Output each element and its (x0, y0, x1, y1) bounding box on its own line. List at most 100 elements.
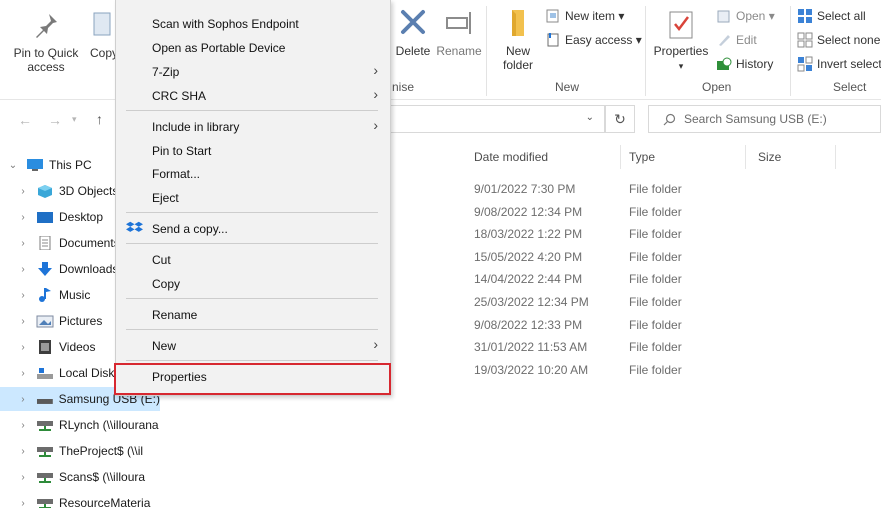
copy-icon (93, 12, 111, 36)
column-separator[interactable] (620, 145, 621, 169)
new-folder-button[interactable]: New folder (496, 6, 540, 72)
chevron-right-icon: › (373, 62, 378, 78)
menu-item-include-in-library[interactable]: Include in library (152, 120, 239, 134)
file-row[interactable]: 9/01/2022 7:30 PM File folder (474, 182, 682, 196)
refresh-button[interactable]: ↻ (605, 105, 635, 133)
chevron-right-icon[interactable]: › (16, 238, 30, 249)
menu-item-copy[interactable]: Copy (152, 277, 180, 291)
chevron-right-icon[interactable]: › (16, 368, 30, 379)
properties-highlight-box (114, 363, 391, 395)
select-none-button[interactable]: Select none (797, 32, 880, 48)
select-all-icon (798, 9, 812, 23)
network-drive-icon (37, 473, 53, 483)
chevron-right-icon[interactable]: › (16, 264, 30, 275)
column-header-date-modified[interactable]: Date modified (474, 150, 548, 164)
menu-item-open-portable-device[interactable]: Open as Portable Device (152, 41, 285, 55)
history-button[interactable]: History (716, 56, 773, 72)
chevron-right-icon[interactable]: › (16, 186, 30, 197)
file-row[interactable]: 15/05/2022 4:20 PM File folder (474, 250, 682, 264)
file-row[interactable]: 18/03/2022 1:22 PM File folder (474, 227, 682, 241)
chevron-right-icon: › (373, 117, 378, 133)
address-bar[interactable]: ⌄ (385, 105, 605, 133)
back-arrow-icon[interactable]: ← (18, 112, 32, 128)
chevron-right-icon[interactable]: › (16, 420, 30, 431)
copy-button[interactable]: Copy (90, 10, 116, 60)
chevron-right-icon[interactable]: › (16, 212, 30, 223)
chevron-right-icon[interactable]: › (16, 498, 30, 508)
dropbox-icon (126, 221, 143, 232)
delete-button[interactable]: Delete (393, 6, 433, 58)
new-item-button[interactable]: New item ▾ (545, 9, 624, 23)
easy-access-icon (547, 33, 559, 47)
file-row[interactable]: 19/03/2022 10:20 AM File folder (474, 363, 682, 377)
up-arrow-icon[interactable]: ↑ (96, 111, 103, 127)
column-separator[interactable] (835, 145, 836, 169)
chevron-right-icon[interactable]: › (16, 394, 30, 405)
history-icon (717, 57, 732, 70)
desktop-icon (37, 212, 53, 223)
invert-selection-button[interactable]: Invert select (797, 56, 881, 72)
nav-item-theproject-network[interactable]: › TheProject$ (\\il (0, 439, 160, 463)
chevron-right-icon: › (373, 86, 378, 102)
chevron-right-icon[interactable]: › (16, 472, 30, 483)
file-row[interactable]: 25/03/2022 12:34 PM File folder (474, 295, 682, 309)
menu-item-rename[interactable]: Rename (152, 308, 197, 322)
column-header-type[interactable]: Type (629, 150, 655, 164)
open-icon (717, 10, 730, 23)
recent-locations-chevron-icon[interactable]: ▾ (72, 114, 77, 125)
select-all-button[interactable]: Select all (797, 8, 866, 24)
ribbon-separator (645, 6, 646, 96)
search-box[interactable]: Search Samsung USB (E:) (648, 105, 881, 133)
chevron-right-icon[interactable]: › (16, 316, 30, 327)
chevron-right-icon[interactable]: › (16, 446, 30, 457)
address-history-chevron-icon[interactable]: ⌄ (586, 112, 594, 123)
menu-item-send-a-copy[interactable]: Send a copy... (152, 222, 228, 236)
nav-item-rlynch-network[interactable]: › RLynch (\\illourana (0, 413, 160, 437)
this-pc-icon (27, 159, 43, 171)
file-row[interactable]: 31/01/2022 11:53 AM File folder (474, 340, 682, 354)
easy-access-button[interactable]: Easy access ▾ (545, 32, 642, 48)
forward-arrow-icon[interactable]: → (48, 112, 62, 128)
chevron-right-icon[interactable]: › (16, 290, 30, 301)
network-drive-icon (37, 421, 53, 431)
new-item-icon (546, 9, 559, 23)
chevron-right-icon[interactable]: › (16, 342, 30, 353)
menu-separator (126, 212, 378, 213)
menu-item-pin-to-start[interactable]: Pin to Start (152, 144, 211, 158)
pin-to-quick-access-button[interactable]: Pin to Quick access (6, 10, 86, 74)
chevron-down-icon[interactable]: ⌄ (6, 160, 20, 171)
properties-check-icon (669, 11, 693, 39)
edit-button[interactable]: Edit (716, 32, 757, 48)
local-disk-icon (37, 368, 53, 379)
menu-item-new[interactable]: New (152, 339, 176, 353)
properties-button[interactable]: Properties ▾ (650, 8, 712, 73)
chevron-right-icon: › (373, 336, 378, 352)
edit-icon (719, 35, 730, 46)
rename-button[interactable]: Rename (436, 6, 482, 58)
column-header-size[interactable]: Size (758, 150, 781, 164)
documents-icon (39, 236, 51, 250)
column-separator[interactable] (745, 145, 746, 169)
menu-item-crc-sha[interactable]: CRC SHA (152, 89, 206, 103)
usb-drive-icon (36, 399, 53, 404)
menu-item-eject[interactable]: Eject (152, 191, 179, 205)
menu-item-cut[interactable]: Cut (152, 253, 171, 267)
videos-icon (39, 340, 51, 354)
select-none-icon (797, 32, 813, 48)
select-group-label: Select (833, 80, 867, 94)
nav-item-scans-network[interactable]: › Scans$ (\\illoura (0, 465, 160, 489)
search-icon (663, 113, 676, 125)
file-row[interactable]: 9/08/2022 12:34 PM File folder (474, 205, 682, 219)
3d-objects-icon (38, 185, 52, 198)
menu-item-scan-sophos[interactable]: Scan with Sophos Endpoint (152, 17, 299, 31)
menu-item-7zip[interactable]: 7-Zip (152, 65, 179, 79)
refresh-icon: ↻ (614, 111, 626, 127)
menu-item-format[interactable]: Format... (152, 167, 200, 181)
open-button[interactable]: Open ▾ (716, 8, 775, 24)
file-row[interactable]: 14/04/2022 2:44 PM File folder (474, 272, 682, 286)
nav-item-resourcemateria-network[interactable]: › ResourceMateria (0, 491, 160, 508)
menu-separator (126, 110, 378, 111)
file-row[interactable]: 9/08/2022 12:33 PM File folder (474, 318, 682, 332)
menu-separator (126, 298, 378, 299)
open-group-label: Open (702, 80, 732, 94)
